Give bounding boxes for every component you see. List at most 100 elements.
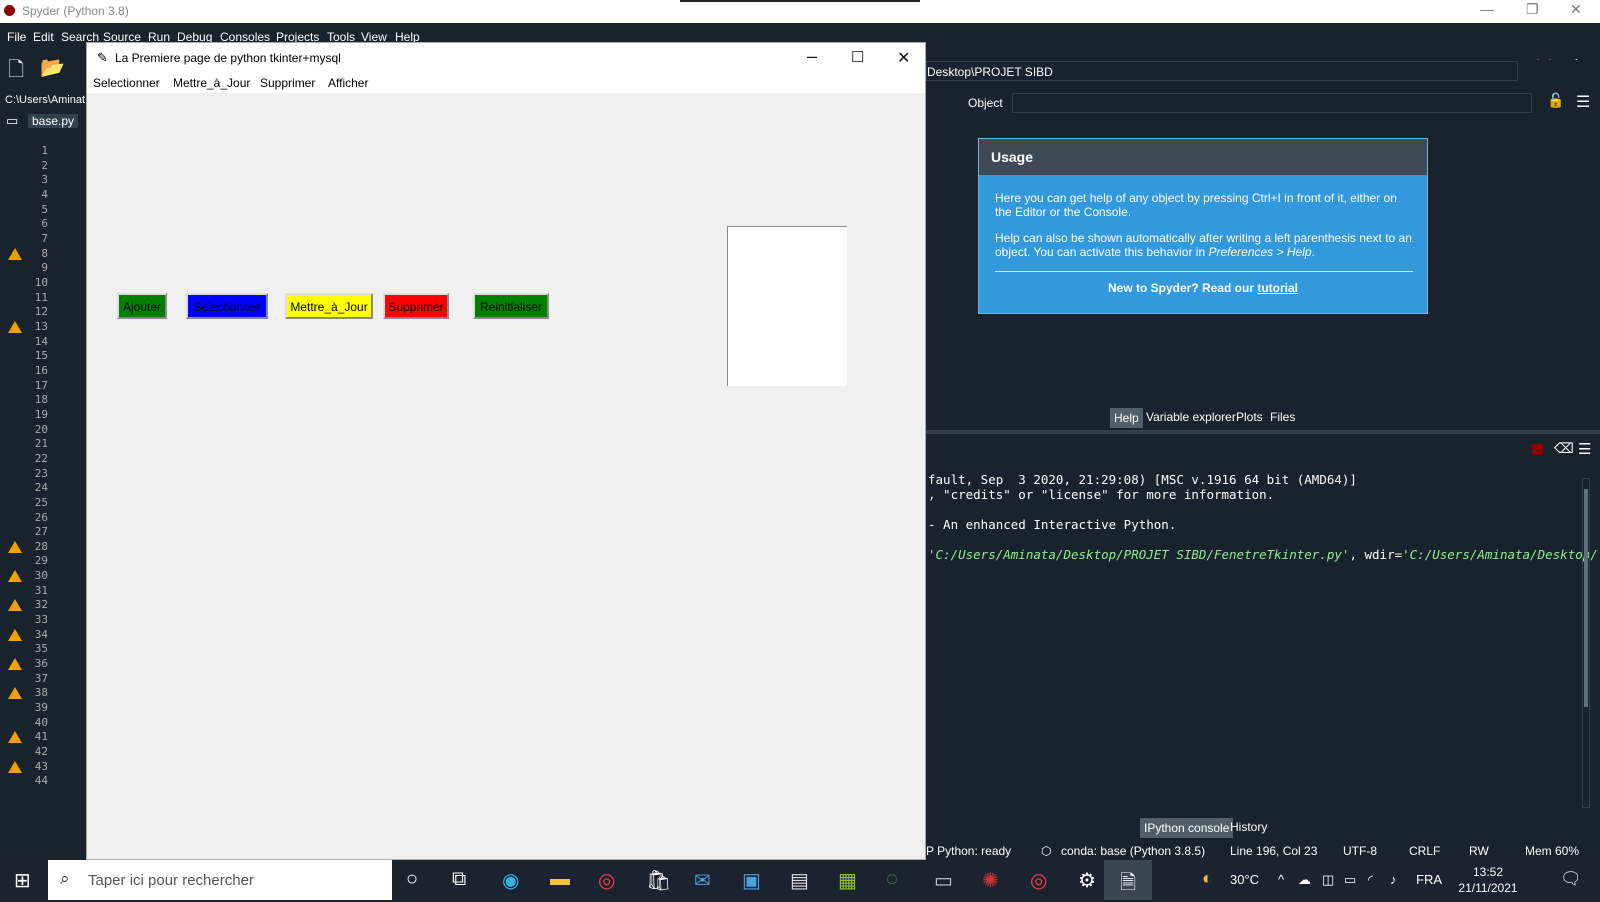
line-number: 9	[41, 261, 48, 275]
menu-file[interactable]: File	[7, 30, 26, 44]
selectionner-button[interactable]: Selectionner	[186, 293, 268, 319]
tab-files[interactable]: Files	[1266, 407, 1299, 427]
tk-close-icon[interactable]: ✕	[897, 48, 910, 68]
wifi-icon[interactable]: ◜	[1368, 872, 1373, 888]
warning-icon[interactable]	[8, 320, 22, 333]
tk-menu-selectionner[interactable]: Selectionner	[93, 76, 160, 90]
tk-menu-afficher[interactable]: Afficher	[328, 76, 368, 90]
supprimer-button[interactable]: Supprimer	[383, 293, 449, 319]
app-icon-2[interactable]: ▤	[790, 868, 809, 893]
console-options-icon[interactable]: ☰	[1578, 440, 1591, 458]
warning-icon[interactable]	[8, 570, 22, 583]
tk-feather-icon: ✎	[97, 50, 108, 65]
warning-icon[interactable]	[8, 687, 22, 700]
windows-start-icon[interactable]: ⊞	[14, 868, 31, 893]
options-menu-icon[interactable]: ☰	[1576, 92, 1590, 112]
line-number: 12	[34, 305, 48, 319]
restore-icon[interactable]: ❐	[1526, 1, 1539, 18]
editor-tab[interactable]: ▭ base.py	[0, 110, 86, 132]
close-icon[interactable]: ✕	[1570, 1, 1582, 18]
lock-icon[interactable]: 🔓	[1547, 92, 1564, 109]
menu-edit[interactable]: Edit	[33, 30, 54, 44]
onedrive-icon[interactable]: ☁	[1298, 872, 1311, 888]
window-icon: ▭	[6, 113, 19, 128]
stop-kernel-icon[interactable]	[1532, 444, 1543, 455]
language-indicator[interactable]: FRA	[1416, 872, 1442, 887]
line-number: 3	[41, 173, 48, 187]
window-preview-strip	[680, 0, 920, 2]
search-placeholder[interactable]: Taper ici pour rechercher	[88, 872, 254, 889]
status-python: P Python: ready	[926, 844, 1012, 858]
chrome-icon[interactable]: ◎	[598, 868, 615, 893]
line-number: 1	[41, 144, 48, 157]
settings-icon[interactable]: ⚙	[1078, 868, 1096, 893]
line-number: 35	[34, 642, 48, 656]
scrollbar-thumb[interactable]	[1584, 489, 1588, 707]
tutorial-link[interactable]: tutorial	[1257, 281, 1298, 295]
tk-listbox[interactable]	[727, 226, 847, 386]
object-input[interactable]	[1012, 93, 1532, 113]
spyder-taskbar-icon[interactable]: ✺	[982, 868, 999, 893]
editor-gutter: 1 2 3 4 5 6 7 8 9 10 11 12 13 14 15 16 17 18 19 20 21 22 23 24 2…	[0, 136, 86, 816]
tk-menu-supprimer[interactable]: Supprimer	[260, 76, 315, 90]
line-number: 11	[34, 290, 48, 304]
tk-menu-mettre-a-jour[interactable]: Mettre_à_Jour	[173, 76, 250, 90]
notifications-icon[interactable]: 🗨	[1560, 869, 1582, 889]
ipython-console[interactable]: fault, Sep 3 2020, 21:29:08) [MSC v.1916…	[926, 462, 1598, 802]
line-number: 24	[34, 481, 48, 495]
warning-icon[interactable]	[8, 599, 22, 612]
line-number: 31	[34, 583, 48, 597]
tab-history[interactable]: History	[1226, 817, 1271, 837]
mail-icon[interactable]: ✉	[694, 868, 711, 893]
tk-minimize-icon[interactable]: –	[807, 46, 817, 67]
taskbar-search[interactable]: ⌕ Taper ici pour rechercher	[48, 860, 392, 900]
ajouter-button[interactable]: Ajouter	[117, 293, 167, 319]
line-number: 4	[41, 187, 48, 201]
conda-icon: ⬡	[1041, 844, 1052, 858]
volume-icon[interactable]: ♪	[1390, 872, 1397, 887]
app-icon[interactable]: ▣	[742, 868, 761, 893]
warning-icon[interactable]	[8, 760, 22, 773]
tab-plots[interactable]: Plots	[1232, 407, 1267, 427]
file-explorer-icon[interactable]: ▬	[550, 868, 570, 891]
app-icon-3[interactable]: ▦	[838, 868, 857, 893]
clock-time: 13:52	[1472, 865, 1504, 879]
tk-maximize-icon[interactable]: ☐	[851, 48, 864, 66]
tray-chevron-icon[interactable]: ^	[1278, 872, 1284, 887]
eraser-icon[interactable]: ⌫	[1554, 440, 1574, 457]
active-app-highlight[interactable]: 🗎	[1104, 860, 1152, 900]
pane-splitter[interactable]	[926, 430, 1600, 434]
warning-icon[interactable]	[8, 658, 22, 671]
weather-temp[interactable]: 30°C	[1230, 872, 1259, 887]
warning-icon[interactable]	[8, 247, 22, 260]
line-number: 17	[34, 378, 48, 392]
warning-icon[interactable]	[8, 540, 22, 553]
warning-icon[interactable]	[8, 628, 22, 641]
battery-icon[interactable]: ▭	[1344, 872, 1356, 888]
editor-tab-label[interactable]: base.py	[28, 114, 79, 128]
line-number: 15	[34, 349, 48, 363]
chrome-profile-icon[interactable]: ◎	[1030, 868, 1047, 893]
tab-variable-explorer[interactable]: Variable explorer	[1142, 407, 1240, 427]
line-number: 16	[34, 363, 48, 377]
terminal-icon[interactable]: ▭	[934, 868, 953, 893]
open-file-icon[interactable]: 📂	[40, 55, 65, 80]
reinitialiser-button[interactable]: Reinitialiser	[473, 293, 549, 319]
task-view-icon[interactable]: ⧉	[452, 868, 466, 891]
tab-help[interactable]: Help	[1110, 408, 1143, 428]
help-path-field[interactable]: Desktop\PROJET SIBD	[926, 61, 1518, 81]
console-scrollbar[interactable]	[1582, 478, 1590, 808]
minimize-icon[interactable]: —	[1480, 1, 1494, 17]
mettre-a-jour-button[interactable]: Mettre_à_Jour	[285, 293, 373, 319]
app-tray-icon[interactable]: ◫	[1322, 872, 1334, 888]
warning-icon[interactable]	[8, 731, 22, 744]
edge-icon[interactable]: ◉	[502, 868, 519, 893]
new-file-icon[interactable]: 🗋	[8, 55, 24, 89]
loading-app-icon[interactable]: ◌	[886, 868, 898, 891]
tab-ipython-console[interactable]: IPython console	[1140, 818, 1234, 838]
weather-icon[interactable]: ◐	[1202, 868, 1213, 889]
store-icon[interactable]: 🛍	[646, 868, 671, 893]
line-number: 20	[34, 422, 48, 436]
cortana-icon[interactable]: ○	[406, 868, 418, 891]
clock[interactable]: 13:52 21/11/2021	[1458, 864, 1518, 896]
